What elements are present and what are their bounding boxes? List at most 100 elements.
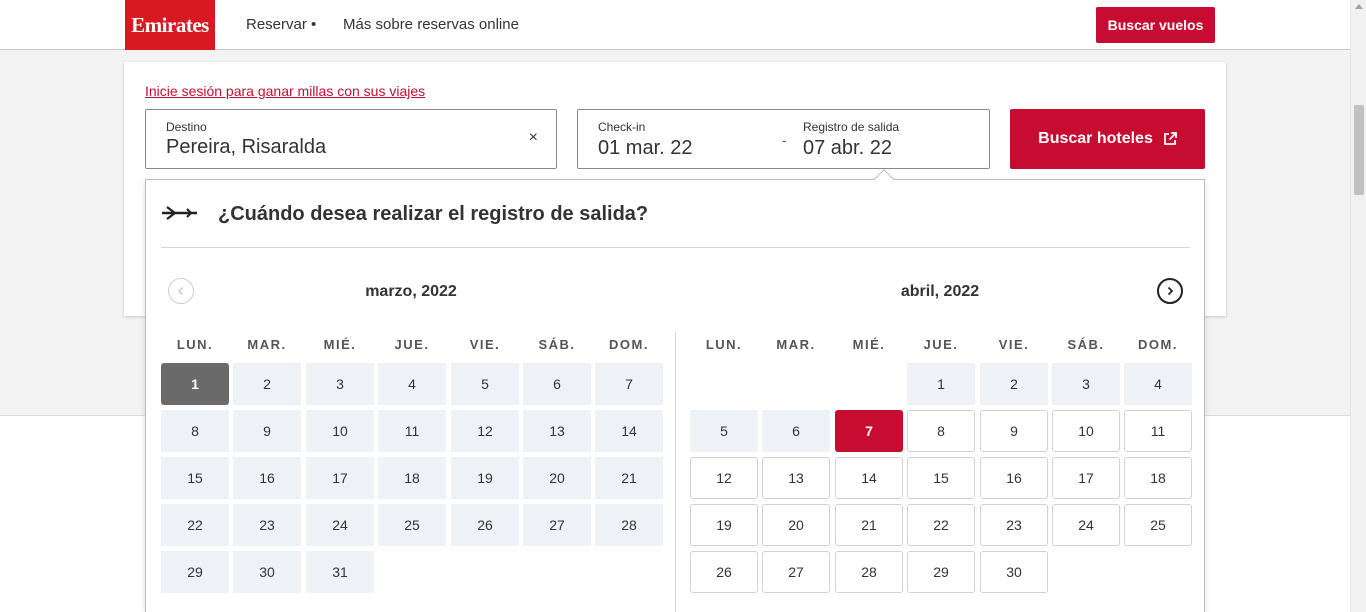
calendar-day[interactable]: 17 [306,457,374,499]
date-picker-popup: ¿Cuándo desea realizar el registro de sa… [145,169,1205,612]
buscar-hoteles-button[interactable]: Buscar hoteles [1010,109,1205,169]
weekday-label: LUN. [705,337,743,352]
weekday-label: JUE. [923,337,959,352]
calendar-day[interactable]: 15 [161,457,229,499]
weekday-label: MIÉ. [323,337,357,352]
calendar-day[interactable]: 29 [907,551,975,593]
checkout-label: Registro de salida [803,120,900,134]
nav-reservar[interactable]: Reservar • [246,16,316,33]
calendar-day[interactable]: 20 [523,457,591,499]
calendar-day[interactable]: 23 [980,504,1048,546]
calendar-day[interactable]: 21 [835,504,903,546]
weekday-label: LUN. [176,337,214,352]
calendar-day[interactable]: 1 [161,363,229,405]
top-nav: Emirates Reservar • Más sobre reservas o… [0,0,1350,50]
calendar-day[interactable]: 25 [378,504,446,546]
calendar-day[interactable]: 19 [451,457,519,499]
weekday-label: JUE. [394,337,430,352]
external-link-icon [1163,132,1177,145]
page-scrollbar[interactable] [1350,0,1366,612]
clear-icon[interactable]: × [529,129,538,147]
calendar-day[interactable]: 7 [835,410,903,452]
destino-value[interactable]: Pereira, Risaralda [166,136,326,159]
calendar-day[interactable]: 31 [306,551,374,593]
calendar-day[interactable]: 30 [233,551,301,593]
calendar-day[interactable]: 6 [523,363,591,405]
calendar-day[interactable]: 23 [233,504,301,546]
calendar-day[interactable]: 18 [378,457,446,499]
calendar-day[interactable]: 3 [306,363,374,405]
calendar-day[interactable]: 8 [907,410,975,452]
calendar-day[interactable]: 2 [233,363,301,405]
weekday-label: MIÉ. [852,337,886,352]
calendar-day[interactable]: 26 [690,551,758,593]
calendar-day[interactable]: 13 [762,457,830,499]
weekday-header: LUN. MAR. MIÉ. JUE. VIE. SÁB. DOM. [161,337,661,353]
popup-title: ¿Cuándo desea realizar el registro de sa… [218,203,649,225]
weekday-header: LUN. MAR. MIÉ. JUE. VIE. SÁB. DOM. [690,337,1190,353]
calendar-day[interactable]: 14 [595,410,663,452]
checkin-value[interactable]: 01 mar. 22 [598,137,693,160]
calendar-day[interactable]: 6 [762,410,830,452]
calendar-day[interactable]: 27 [523,504,591,546]
weekday-label: SÁB. [1067,337,1105,352]
calendar-day[interactable]: 17 [1052,457,1120,499]
calendar-day[interactable]: 16 [233,457,301,499]
buscar-vuelos-button[interactable]: Buscar vuelos [1096,7,1215,43]
calendar-day[interactable]: 5 [690,410,758,452]
calendar-day[interactable]: 29 [161,551,229,593]
calendar-day[interactable]: 3 [1052,363,1120,405]
weekday-label: SÁB. [538,337,576,352]
weekday-label: VIE. [998,337,1030,352]
calendar-day[interactable]: 12 [451,410,519,452]
calendar-day[interactable]: 1 [907,363,975,405]
calendar-day[interactable]: 4 [378,363,446,405]
nav-mas-reservas[interactable]: Más sobre reservas online [343,16,519,33]
calendar-day[interactable]: 11 [1124,410,1192,452]
calendar-day[interactable]: 22 [161,504,229,546]
calendar-day[interactable]: 28 [835,551,903,593]
calendar-day[interactable]: 28 [595,504,663,546]
month-divider [675,332,676,612]
calendar-day[interactable]: 25 [1124,504,1192,546]
calendar-day[interactable]: 22 [907,504,975,546]
calendar-day[interactable]: 9 [233,410,301,452]
calendar-day[interactable]: 20 [762,504,830,546]
destino-label: Destino [166,120,207,134]
month-title: marzo, 2022 [365,283,457,300]
calendar-day[interactable]: 10 [1052,410,1120,452]
calendar-day[interactable]: 2 [980,363,1048,405]
calendar-day[interactable]: 5 [451,363,519,405]
calendar-day[interactable]: 16 [980,457,1048,499]
calendar-day[interactable]: 11 [378,410,446,452]
airplane-icon [162,206,197,220]
emirates-logo[interactable]: Emirates [125,0,215,50]
calendar-day[interactable]: 9 [980,410,1048,452]
buscar-hoteles-label: Buscar hoteles [1038,130,1153,147]
month-title: abril, 2022 [900,283,980,300]
calendar-day[interactable]: 30 [980,551,1048,593]
calendar-day[interactable]: 15 [907,457,975,499]
calendar-day[interactable]: 14 [835,457,903,499]
calendar-day[interactable]: 26 [451,504,519,546]
calendar-day[interactable]: 7 [595,363,663,405]
scroll-thumb[interactable] [1354,105,1364,195]
calendar-day[interactable]: 24 [1052,504,1120,546]
calendar-day[interactable]: 18 [1124,457,1192,499]
checkout-value[interactable]: 07 abr. 22 [803,137,892,160]
signin-link[interactable]: Inicie sesión para ganar millas con sus … [145,83,425,99]
scroll-up-arrow-icon[interactable] [1355,4,1363,9]
calendar-day[interactable]: 10 [306,410,374,452]
calendar-day[interactable]: 24 [306,504,374,546]
destino-field[interactable]: Destino Pereira, Risaralda × [145,109,557,169]
next-month-button[interactable] [1157,278,1183,304]
calendar-day[interactable]: 19 [690,504,758,546]
calendar-day[interactable]: 13 [523,410,591,452]
calendar-day[interactable]: 8 [161,410,229,452]
calendar-day[interactable]: 21 [595,457,663,499]
weekday-label: VIE. [469,337,501,352]
calendar-day[interactable]: 27 [762,551,830,593]
calendar-day[interactable]: 12 [690,457,758,499]
calendar-day[interactable]: 4 [1124,363,1192,405]
dates-field[interactable]: Check-in 01 mar. 22 - Registro de salida… [577,109,990,169]
